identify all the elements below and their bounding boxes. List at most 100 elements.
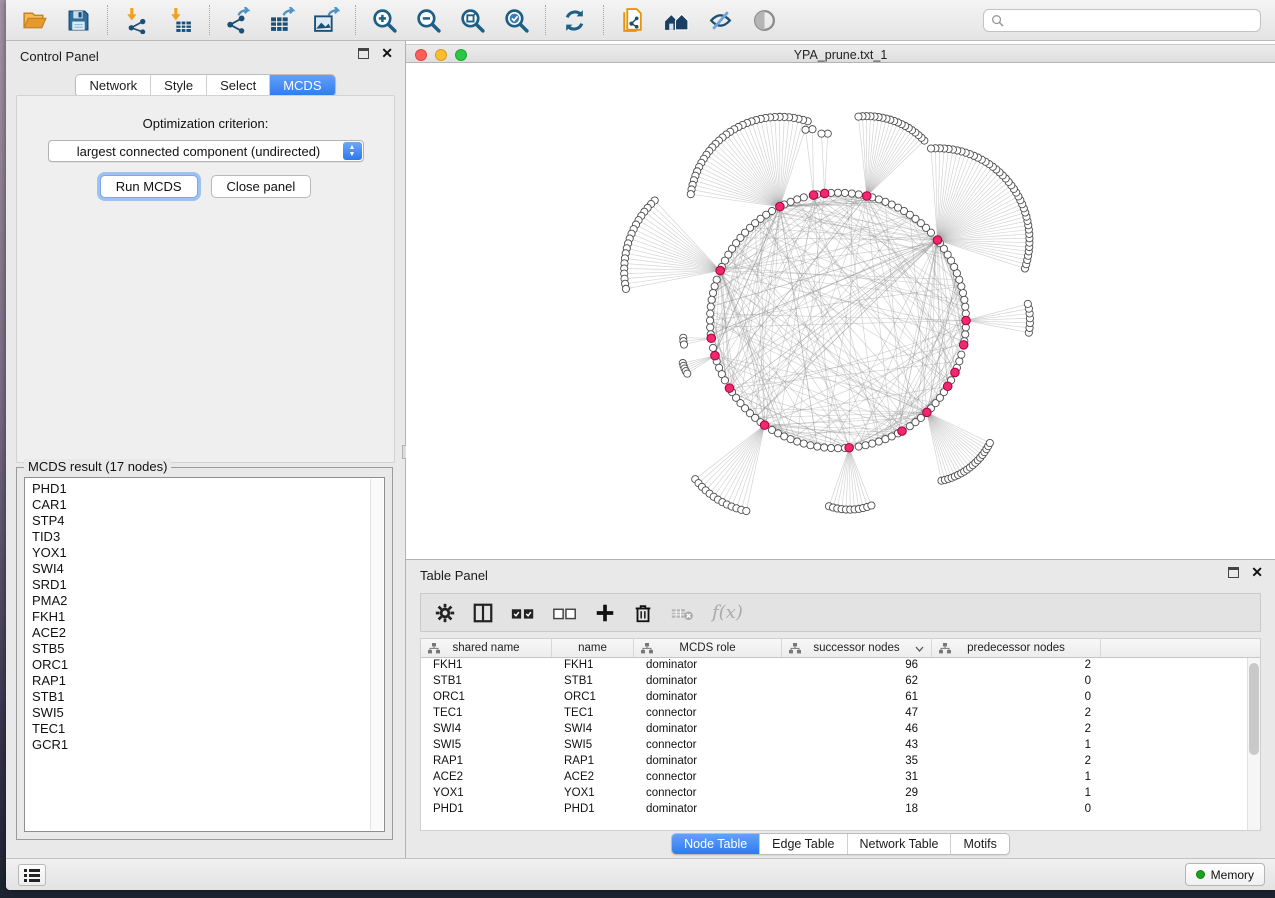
table-row[interactable]: ORC1ORC1dominator610 [421, 690, 1247, 706]
network-hub-node-selected[interactable] [959, 341, 968, 350]
network-node[interactable] [814, 443, 821, 450]
table-row[interactable]: FKH1FKH1dominator962 [421, 658, 1247, 674]
network-node[interactable] [956, 358, 963, 365]
search-input[interactable] [1009, 12, 1253, 28]
tab-mcds[interactable]: MCDS [269, 75, 334, 96]
network-hub-node-selected[interactable] [707, 334, 716, 343]
network-node[interactable] [800, 440, 807, 447]
network-leaf-node[interactable] [802, 126, 809, 133]
network-hub-node-selected[interactable] [951, 368, 960, 377]
export-image-icon[interactable] [313, 7, 340, 34]
float-panel-icon[interactable] [1228, 567, 1239, 578]
network-node[interactable] [827, 444, 834, 451]
memory-button[interactable]: Memory [1185, 863, 1265, 886]
table-row[interactable]: YOX1YOX1connector291 [421, 786, 1247, 802]
home-icon[interactable] [663, 7, 690, 34]
network-node[interactable] [800, 194, 807, 201]
mcds-node-item[interactable]: SWI5 [32, 705, 384, 721]
search-box[interactable] [983, 9, 1261, 32]
select-all-icon[interactable] [510, 601, 536, 625]
tab-style[interactable]: Style [150, 75, 206, 96]
mcds-node-item[interactable]: FKH1 [32, 609, 384, 625]
network-hub-node-selected[interactable] [898, 427, 907, 436]
hide-details-icon[interactable] [707, 7, 734, 34]
table-scrollbar[interactable] [1247, 658, 1260, 830]
show-columns-icon[interactable] [472, 601, 494, 625]
mcds-list-scrollbar[interactable] [370, 479, 383, 830]
network-canvas[interactable] [406, 63, 1275, 559]
network-window-titlebar[interactable]: YPA_prune.txt_1 [406, 44, 1275, 63]
mcds-node-item[interactable]: STB1 [32, 689, 384, 705]
network-leaf-node[interactable] [809, 126, 816, 133]
export-network-icon[interactable] [225, 7, 252, 34]
network-node[interactable] [721, 377, 728, 384]
column-header-successor-nodes[interactable]: successor nodes [782, 639, 932, 657]
network-node[interactable] [706, 317, 713, 324]
network-node[interactable] [958, 351, 965, 358]
mcds-node-item[interactable]: STB5 [32, 641, 384, 657]
table-row[interactable]: SWI4SWI4dominator462 [421, 722, 1247, 738]
network-node[interactable] [855, 443, 862, 450]
mcds-node-item[interactable]: PHD1 [32, 481, 384, 497]
network-node[interactable] [709, 344, 716, 351]
close-panel-icon[interactable]: ✕ [1251, 567, 1263, 578]
show-details-icon[interactable] [751, 7, 778, 34]
function-builder-icon[interactable]: f(x) [712, 602, 743, 623]
network-hub-node-selected[interactable] [760, 421, 769, 430]
unselect-all-icon[interactable] [552, 601, 578, 625]
network-hub-node-selected[interactable] [845, 443, 854, 452]
tab-network[interactable]: Network [76, 75, 150, 96]
mcds-node-item[interactable]: CAR1 [32, 497, 384, 513]
network-node[interactable] [958, 283, 965, 290]
network-node[interactable] [834, 445, 841, 452]
mcds-node-item[interactable]: TEC1 [32, 721, 384, 737]
mcds-node-item[interactable]: GCR1 [32, 737, 384, 753]
zoom-selected-icon[interactable] [503, 7, 530, 34]
close-panel-button[interactable]: Close panel [211, 175, 312, 198]
open-session-icon[interactable] [21, 7, 48, 34]
table-row[interactable]: TEC1TEC1connector472 [421, 706, 1247, 722]
network-hub-node-selected[interactable] [933, 236, 942, 245]
table-row[interactable]: ACE2ACE2connector311 [421, 770, 1247, 786]
mcds-node-item[interactable]: ACE2 [32, 625, 384, 641]
table-row[interactable]: PHD1PHD1dominator180 [421, 802, 1247, 818]
network-leaf-node[interactable] [986, 439, 993, 446]
network-node[interactable] [794, 438, 801, 445]
task-history-button[interactable] [18, 864, 46, 886]
column-header-name[interactable]: name [552, 639, 634, 657]
mcds-node-item[interactable]: TID3 [32, 529, 384, 545]
tab-motifs[interactable]: Motifs [950, 834, 1008, 854]
zoom-out-icon[interactable] [415, 7, 442, 34]
table-scrollbar-thumb[interactable] [1249, 663, 1259, 755]
column-header-mcds-role[interactable]: MCDS role [634, 639, 782, 657]
network-from-file-icon[interactable] [619, 7, 646, 34]
table-row[interactable]: SWI5SWI5connector431 [421, 738, 1247, 754]
import-table-icon[interactable] [167, 7, 194, 34]
network-node[interactable] [821, 444, 828, 451]
mcds-node-item[interactable]: RAP1 [32, 673, 384, 689]
add-column-icon[interactable] [594, 601, 616, 625]
network-leaf-node[interactable] [818, 130, 825, 137]
table-row[interactable]: RAP1RAP1dominator352 [421, 754, 1247, 770]
table-row[interactable]: STB1STB1dominator620 [421, 674, 1247, 690]
network-node[interactable] [841, 189, 848, 196]
mcds-node-item[interactable]: STP4 [32, 513, 384, 529]
mcds-node-item[interactable]: PMA2 [32, 593, 384, 609]
network-leaf-node[interactable] [1024, 300, 1031, 307]
network-hub-node-selected[interactable] [716, 266, 725, 275]
network-node[interactable] [707, 303, 714, 310]
network-leaf-node[interactable] [622, 285, 629, 292]
network-hub-node-selected[interactable] [962, 316, 971, 325]
network-node[interactable] [834, 189, 841, 196]
column-header-shared-name[interactable]: shared name [421, 639, 552, 657]
mcds-node-item[interactable]: SWI4 [32, 561, 384, 577]
network-hub-node-selected[interactable] [943, 382, 952, 391]
network-node[interactable] [709, 289, 716, 296]
network-hub-node-selected[interactable] [862, 192, 871, 201]
zoom-fit-icon[interactable] [459, 7, 486, 34]
network-leaf-node[interactable] [927, 145, 934, 152]
tab-edge-table[interactable]: Edge Table [759, 834, 846, 854]
network-node[interactable] [707, 310, 714, 317]
network-node[interactable] [961, 296, 968, 303]
network-node[interactable] [869, 440, 876, 447]
